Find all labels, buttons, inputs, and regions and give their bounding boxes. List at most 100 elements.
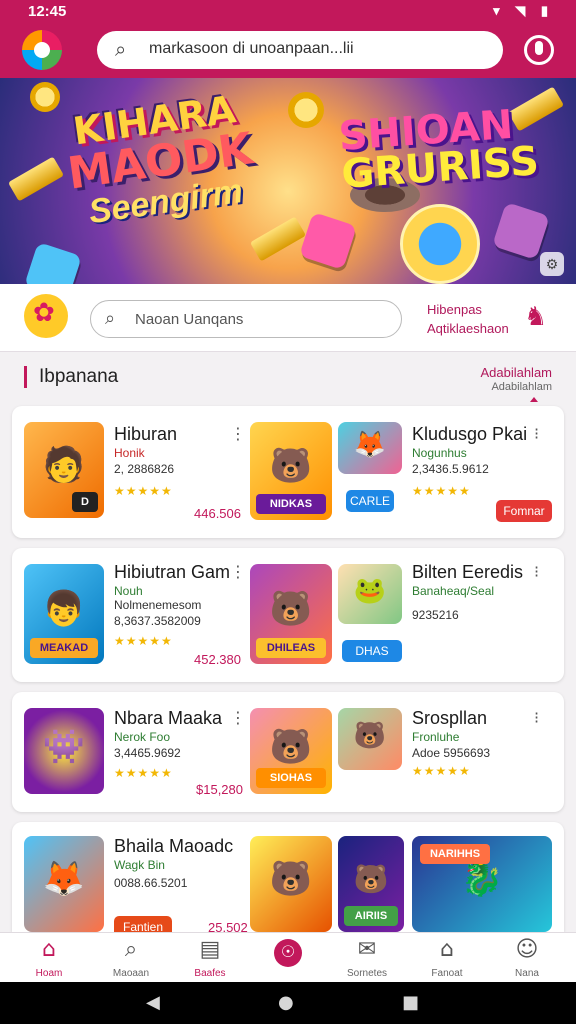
back-icon[interactable]: ◀ — [146, 992, 160, 1013]
grid-options-icon[interactable]: ⁝ — [534, 708, 539, 727]
game-category: Nogunhus — [412, 446, 467, 460]
app-logo[interactable] — [22, 30, 62, 70]
coin-decoration — [288, 92, 324, 128]
dice-decoration — [24, 242, 82, 284]
game-category: Nerok Foo — [114, 730, 171, 744]
game-card[interactable]: 🦊 Bhaila Maoadc Wagk Bin 0088.66.5201 Fa… — [12, 822, 564, 932]
home-icon: ⌂ — [42, 937, 56, 962]
brand-flower-icon[interactable] — [24, 294, 68, 338]
game-name[interactable]: Kludusgo Pkai — [412, 424, 527, 445]
notification-icon[interactable]: ♞ — [524, 302, 547, 332]
game-thumbnail[interactable]: 🦊 — [338, 422, 402, 474]
secondary-search-input[interactable]: Naoan Uanqans — [135, 311, 243, 328]
game-name[interactable]: Hibiutran Gam — [114, 562, 230, 583]
recents-icon[interactable]: ■ — [402, 992, 419, 1013]
game-badge: DHAS — [342, 640, 402, 662]
game-category: Banaheaq/Seal — [412, 584, 495, 598]
promo-banner[interactable]: KIHARA MAODK Seengirm SHIOAN GRURISS ⚙ — [0, 78, 576, 284]
game-meta: 0088.66.5201 — [114, 876, 188, 890]
system-navigation-bar: ◀ ● ■ — [0, 982, 576, 1024]
game-name[interactable]: Bhaila Maoadc — [114, 836, 233, 857]
search-icon: ⌕ — [124, 937, 138, 962]
rating-stars: ★★★★★ — [412, 484, 471, 498]
banner-settings-icon[interactable]: ⚙ — [540, 252, 564, 276]
search-icon: ⌕ — [105, 308, 116, 328]
app-header: 12:45 ▾ ◥ ▮ ⌕ markasoon di unoanpaan...l… — [0, 0, 576, 78]
game-meta: 8,3637.3582009 — [114, 614, 201, 628]
game-category: Nouh — [114, 584, 143, 598]
game-meta: 2,3436.5.9612 — [412, 462, 489, 476]
sub-toolbar: ⌕ Naoan Uanqans Hibenpas Aqtiklaeshaon ♞ — [0, 284, 576, 352]
game-thumbnail[interactable]: 🐻 NIDKAS — [250, 422, 332, 520]
game-thumbnail[interactable]: 🐻 DHILEAS — [250, 564, 332, 664]
banner-game-logo-left: KIHARA MAODK Seengirm — [64, 87, 256, 232]
status-time: 12:45 — [28, 3, 67, 20]
game-meta: 3,4465.9692 — [114, 746, 181, 760]
game-price: 25.502 — [208, 920, 248, 932]
game-price: $15,280 — [196, 782, 243, 797]
chip-decoration — [400, 204, 480, 284]
bottom-navigation: ⌂ Hoam ⌕ Maoaan ▤ Baafes ☉ ✉ Sornetes ⌂ … — [0, 932, 576, 982]
game-name[interactable]: Hiburan — [114, 424, 177, 445]
game-thumbnail[interactable]: 🐉 NARIHHS — [412, 836, 552, 932]
game-card[interactable]: 👦 MEAKAD Hibiutran Gam ⋮ Nouh Nolmenemes… — [12, 548, 564, 682]
game-card[interactable]: 🧑 D Hiburan ⋮ Honik 2, 2886826 ★★★★★ 446… — [12, 406, 564, 538]
game-name[interactable]: Bilten Eeredis — [412, 562, 523, 583]
nav-list[interactable]: ▤ Baafes — [169, 937, 251, 981]
game-thumbnail[interactable]: 🧑 D — [24, 422, 104, 518]
play-button[interactable]: Fantien — [114, 916, 172, 932]
center-action-icon[interactable]: ☉ — [274, 939, 302, 967]
home-circle-icon[interactable]: ● — [278, 992, 294, 1013]
gold-bar-decoration — [249, 216, 307, 262]
status-icons: ▾ ◥ ▮ — [493, 3, 554, 18]
game-thumbnail[interactable]: 👦 MEAKAD — [24, 564, 104, 664]
game-name[interactable]: Srospllan — [412, 708, 487, 729]
nav-store[interactable]: ⌂ Fanoat — [406, 937, 488, 981]
grid-options-icon[interactable]: ⁝ — [534, 562, 539, 581]
person-icon: ☺ — [515, 937, 539, 962]
nav-profile[interactable]: ☺ Nana — [486, 937, 568, 981]
game-thumbnail[interactable]: 🐻 — [250, 836, 332, 932]
game-category: Honik — [114, 446, 145, 460]
game-thumbnail[interactable]: 🐻 — [338, 708, 402, 770]
secondary-search-bar[interactable]: ⌕ Naoan Uanqans — [90, 300, 402, 338]
rating-stars: ★★★★★ — [114, 766, 173, 780]
caret-up-icon — [530, 397, 538, 402]
rating-stars: ★★★★★ — [412, 764, 471, 778]
game-meta: 2, 2886826 — [114, 462, 175, 476]
chat-icon: ✉ — [357, 937, 377, 962]
game-name[interactable]: Nbara Maaka — [114, 708, 222, 729]
game-thumbnail[interactable]: 🐻 SIOHAS — [250, 708, 332, 794]
game-thumbnail[interactable]: 🐸 — [338, 564, 402, 624]
dice-decoration — [299, 212, 357, 270]
rating-stars: ★★★★★ — [114, 484, 173, 498]
dice-decoration — [492, 202, 550, 260]
more-options-icon[interactable]: ⋮ — [230, 424, 246, 443]
nav-search[interactable]: ⌕ Maoaan — [90, 937, 172, 981]
game-category: Fronluhe — [412, 730, 460, 744]
search-icon: ⌕ — [115, 39, 127, 61]
grid-options-icon[interactable]: ⁝ — [534, 424, 539, 443]
game-card[interactable]: 👾 Nbara Maaka ⋮ Nerok Foo 3,4465.9692 ★★… — [12, 692, 564, 812]
sub-bar-link[interactable]: Hibenpas Aqtiklaeshaon — [427, 300, 509, 338]
status-bar: 12:45 ▾ ◥ ▮ — [0, 0, 576, 24]
game-thumbnail[interactable]: 👾 — [24, 708, 104, 794]
rating-stars: ★★★★★ — [114, 634, 173, 648]
search-input[interactable]: markasoon di unoanpaan...lii — [149, 40, 354, 58]
game-meta: 9235216 — [412, 608, 459, 622]
gold-bar-decoration — [7, 156, 65, 202]
more-options-icon[interactable]: ⋮ — [230, 562, 246, 581]
game-meta: Adoe 5956693 — [412, 746, 491, 760]
nav-home[interactable]: ⌂ Hoam — [8, 937, 90, 981]
game-thumbnail[interactable]: 🐻 AIRIIS — [338, 836, 404, 932]
nav-messages[interactable]: ✉ Sornetes — [326, 937, 408, 981]
more-options-icon[interactable]: ⋮ — [230, 708, 246, 727]
profile-icon[interactable] — [524, 35, 554, 65]
search-bar[interactable]: ⌕ markasoon di unoanpaan...lii — [97, 31, 503, 69]
section-title: Ibpanana — [24, 366, 118, 388]
game-thumbnail[interactable]: 🦊 — [24, 836, 104, 932]
play-button[interactable]: Fomnar — [496, 500, 552, 522]
banner-game-logo-right: SHIOAN GRURISS — [337, 101, 541, 198]
section-see-all-link[interactable]: Adabilahlam Adabilahlam — [480, 366, 552, 402]
game-badge: CARLE — [346, 490, 394, 512]
